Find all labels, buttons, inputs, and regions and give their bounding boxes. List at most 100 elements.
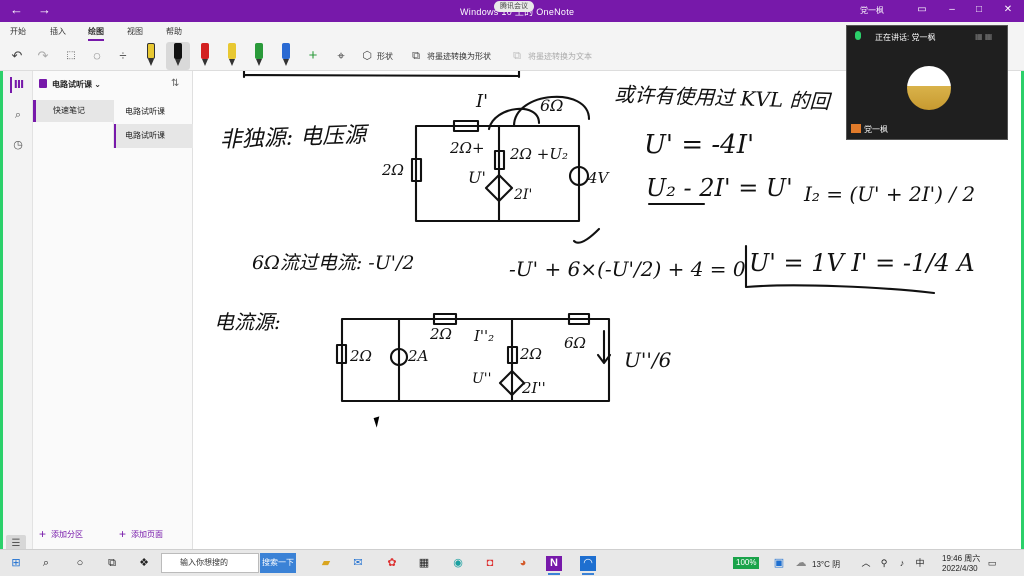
back-icon[interactable]: ←	[10, 3, 23, 17]
type-select-icon[interactable]: ⬚	[62, 47, 80, 65]
black-pen-icon[interactable]	[172, 43, 184, 67]
circuit-voltage-source: 2Ω 2Ω+ 2Ω +U₂ I' 6Ω U' 2I' 4V	[381, 91, 611, 244]
tab-help[interactable]: 帮助	[166, 26, 182, 37]
notebook-panes: 电路试听课 ⌄ ⇅ 快速笔记 电路试听课 电路试听课 + 添加分区 + 添加页面	[33, 71, 193, 549]
ribbon-display-icon[interactable]: ▭	[912, 3, 932, 17]
clock-time[interactable]: 19:46 周六	[942, 553, 980, 564]
recent-icon[interactable]: ◷	[10, 137, 26, 153]
tab-insert[interactable]: 插入	[50, 26, 66, 37]
sort-icon[interactable]: ⇅	[171, 78, 179, 89]
add-page-label: 添加页面	[131, 530, 164, 539]
task-view-icon[interactable]: ⧉	[104, 556, 120, 571]
ink-arrow	[572, 227, 601, 244]
add-pen-icon[interactable]: +	[304, 47, 322, 65]
zoom-level[interactable]: 100%	[733, 557, 760, 569]
ink-text: 2Ω	[519, 345, 542, 363]
search-icon[interactable]: ⌕	[10, 107, 26, 123]
pen-tip	[229, 59, 235, 66]
ink-stroke	[242, 71, 521, 79]
minimize-icon[interactable]: –	[942, 3, 962, 17]
participant-name: 党一枫	[864, 125, 888, 134]
maximize-icon[interactable]: □	[969, 3, 989, 17]
account-name[interactable]: 党一枫	[860, 5, 884, 16]
tab-draw[interactable]: 绘图	[88, 26, 104, 41]
page-canvas[interactable]: 非独源: 电压源 2Ω 2Ω+ 2Ω +U₂ I' 6Ω U' 2I' 4V 或…	[194, 71, 1020, 549]
ink-to-shape-icon[interactable]: ⧉	[407, 47, 425, 65]
shapes-label[interactable]: 形状	[377, 51, 393, 62]
volume-icon[interactable]: ♪	[894, 556, 910, 571]
section-item-quick-notes[interactable]: 快速笔记	[33, 100, 113, 122]
ink-to-text-icon[interactable]: ⧉	[508, 47, 526, 65]
camera-app-icon[interactable]: ◘	[482, 556, 498, 571]
tab-view[interactable]: 视图	[127, 26, 143, 37]
red-pen-icon[interactable]	[199, 43, 211, 67]
edge-icon[interactable]: ◉	[450, 556, 466, 571]
chevron-up-icon[interactable]: ︿	[858, 556, 874, 571]
onenote-icon[interactable]: N	[546, 556, 562, 575]
ink-text: 2Ω	[381, 161, 404, 179]
navigation-rail: Ⅲ ⌕ ◷ ☰	[3, 71, 33, 553]
ruler-icon[interactable]: ⌖	[332, 47, 350, 65]
notebook-icon	[39, 79, 47, 88]
web-search-input[interactable]: 输入你想搜的	[161, 553, 259, 573]
meeting-share-badge[interactable]: 腾讯会议	[494, 1, 534, 12]
notebook-selector[interactable]: 电路试听课 ⌄	[39, 79, 101, 90]
ink-text: 4V	[587, 169, 611, 187]
undo-icon[interactable]: ↶	[8, 47, 26, 65]
windows-taskbar: ⊞ ⌕ ○ ⧉ ❖ e 输入你想搜的 搜索一下 ▰ ✉ ✿ ▦ ◉ ◘ ◕ N …	[0, 549, 1024, 576]
ink-to-text-label[interactable]: 将墨迹转换为文本	[528, 51, 592, 62]
ink-text: 2I'	[513, 187, 532, 203]
page-item[interactable]: 电路试听课	[114, 100, 193, 124]
pen-tip	[175, 59, 181, 66]
green-highlighter-icon[interactable]	[253, 43, 265, 67]
lasso-select-icon[interactable]: ◌	[88, 47, 106, 65]
powerpoint-icon[interactable]: ◕	[515, 556, 531, 571]
tab-home[interactable]: 开始	[10, 26, 26, 37]
close-icon[interactable]: ✕	[998, 3, 1018, 17]
app-icon[interactable]: ▣	[771, 556, 787, 571]
clock-date[interactable]: 2022/4/30	[942, 564, 978, 573]
pen-body	[282, 43, 290, 59]
meeting-video-panel[interactable]: 正在讲话: 党一枫 ▦ ▦ 党一枫	[846, 25, 1008, 140]
ink-text: 2Ω +U₂	[509, 145, 568, 163]
ratio-note: U''/6	[624, 348, 672, 372]
shapes-icon[interactable]: ⬡	[358, 47, 376, 65]
ink-to-shape-label[interactable]: 将墨迹转换为形状	[427, 51, 491, 62]
result-equation: U' = 1V I' = -1/4 A	[749, 249, 975, 277]
app-icon[interactable]: ✿	[384, 556, 400, 571]
search-icon[interactable]: ⌕	[38, 556, 54, 571]
mail-icon[interactable]: ✉	[350, 556, 366, 571]
input-method-icon[interactable]: 中	[912, 556, 928, 571]
ink-text: 2Ω	[429, 325, 452, 343]
ink-text: 2I''	[521, 379, 546, 397]
ink-text: 6Ω	[564, 334, 586, 352]
title-bar: ← → Windows 10 上的 OneNote 腾讯会议 党一枫 ▭ – □…	[0, 0, 1024, 22]
add-section-button[interactable]: + 添加分区	[39, 527, 83, 541]
forward-icon[interactable]: →	[38, 3, 51, 17]
start-icon[interactable]: ⊞	[8, 556, 24, 571]
add-space-icon[interactable]: ÷	[114, 47, 132, 65]
ink-text: 6Ω	[540, 96, 563, 115]
blue-pen-icon[interactable]	[280, 43, 292, 67]
page-item-selected[interactable]: 电路试听课	[114, 124, 193, 148]
weather-text[interactable]: 13°C 阴	[812, 559, 840, 570]
heading-voltage-source: 非独源: 电压源	[219, 123, 370, 153]
network-icon[interactable]: ⚲	[876, 556, 892, 571]
layout-icon[interactable]: ▦ ▦	[975, 32, 1003, 42]
microphone-icon	[855, 31, 861, 40]
notebooks-icon[interactable]: Ⅲ	[10, 77, 26, 93]
ink-text: I''₂	[473, 327, 494, 345]
redo-icon[interactable]: ↷	[34, 47, 52, 65]
notification-icon[interactable]: ▭	[984, 556, 1000, 571]
notebook-name: 电路试听课	[52, 80, 92, 89]
cortana-icon[interactable]: ○	[72, 556, 88, 571]
web-search-button[interactable]: 搜索一下	[260, 553, 296, 573]
tencent-meeting-icon[interactable]: ◠	[580, 556, 596, 575]
eraser-pen-icon[interactable]	[145, 43, 157, 67]
add-page-button[interactable]: + 添加页面	[119, 527, 163, 541]
app-icon[interactable]: ❖	[136, 556, 152, 571]
plus-icon: +	[119, 527, 127, 541]
yellow-highlighter-icon[interactable]	[226, 43, 238, 67]
file-explorer-icon[interactable]: ▰	[318, 556, 334, 571]
calculator-icon[interactable]: ▦	[416, 556, 432, 571]
